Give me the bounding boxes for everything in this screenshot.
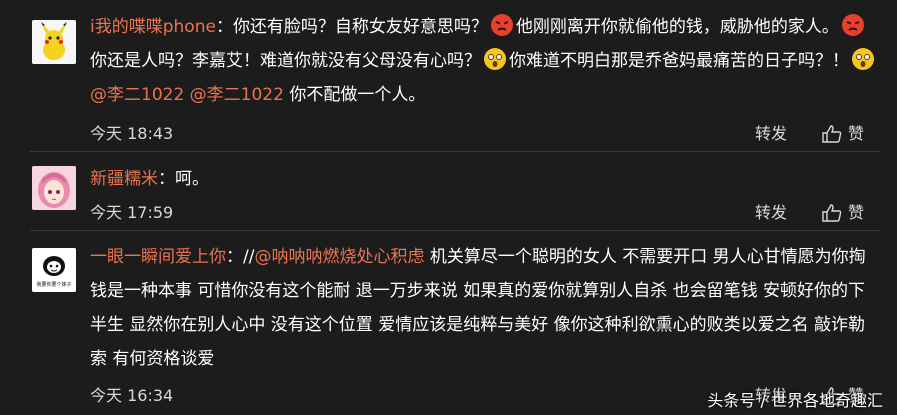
like-button[interactable]: 赞	[822, 120, 864, 144]
divider	[30, 151, 880, 152]
avatar[interactable]	[32, 166, 76, 210]
comment-author[interactable]: i我的喋喋phone	[90, 17, 216, 37]
comment-author[interactable]: 新疆糯米	[90, 169, 158, 189]
comment-timestamp: 今天 18:43	[90, 124, 174, 143]
mention-link[interactable]: @呐呐呐燃烧处心积虑	[254, 247, 424, 267]
like-button[interactable]: 赞	[822, 199, 864, 223]
angry-face-icon	[490, 14, 513, 36]
meme-face-avatar-icon: 我要你要个妹子	[32, 248, 76, 292]
forward-button[interactable]: 转发	[755, 199, 787, 223]
comment-author[interactable]: 一眼一瞬间爱上你	[90, 247, 226, 267]
comment-text: 新疆糯米：呵。	[90, 169, 209, 189]
avatar[interactable]: 我要你要个妹子	[32, 248, 76, 292]
comment-timestamp: 今天 17:59	[90, 203, 174, 222]
shocked-face-icon	[852, 48, 874, 70]
thumbs-up-icon	[822, 204, 842, 222]
comment-text: 一眼一瞬间爱上你：//@呐呐呐燃烧处心积虑 机关算尽一个聪明的女人 不需要开口 …	[90, 247, 866, 369]
forward-button[interactable]: 转发	[755, 120, 787, 144]
angry-face-icon	[841, 14, 864, 36]
shocked-face-icon	[484, 48, 506, 70]
comment-text: i我的喋喋phone：你还有脸吗？自称女友好意思吗？ 他刚刚离开你就偷他的钱，威胁…	[90, 10, 880, 112]
comment-timestamp: 今天 16:34	[90, 386, 174, 405]
anime-girl-avatar-icon	[32, 166, 76, 210]
divider	[30, 230, 880, 231]
mention-link[interactable]: @李二1022	[90, 85, 184, 105]
mention-link[interactable]: @李二1022	[190, 85, 284, 105]
avatar[interactable]	[32, 20, 76, 64]
watermark: 头条号 / 世界各地奇趣汇	[707, 391, 883, 410]
thumbs-up-icon	[822, 125, 842, 143]
pikachu-avatar-icon	[32, 20, 76, 64]
svg-text:我要你要个妹子: 我要你要个妹子	[36, 281, 71, 288]
